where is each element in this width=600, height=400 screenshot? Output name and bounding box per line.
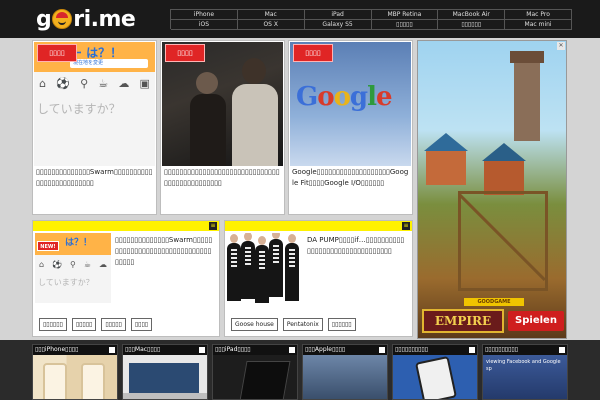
- article-card[interactable]: ≡ は？！ ⌂ ⚽ ⚲ ☕ ☁ していますか？ NEW! ▯▯▯▯▯▯▯▯▯▯▯…: [32, 220, 220, 337]
- menu-icon[interactable]: ≡: [209, 222, 217, 230]
- category-tag[interactable]: ▯▯▯▯: [165, 44, 205, 62]
- apple-store-thumbnail: [303, 355, 387, 399]
- devnav-item[interactable]: OS X: [237, 20, 305, 30]
- home-icon: ⌂: [39, 76, 47, 90]
- tag-chip[interactable]: ▯▯▯▯▯: [101, 318, 126, 331]
- ipad-thumbnail: [213, 355, 297, 399]
- card-top-bar: ≡: [225, 221, 412, 231]
- tag-list: Goose house Pentatonix ▯▯▯▯▯▯: [231, 318, 356, 331]
- soccer-ball-icon: ⚽: [56, 76, 70, 90]
- square-icon: [379, 347, 385, 353]
- swarm-question-text: していますか？: [37, 102, 121, 116]
- category-tile-label: ▯▯▯Mac▯▯▯▯: [125, 346, 161, 353]
- coffee-icon: ☕: [83, 259, 92, 269]
- category-tile-label: ▯▯▯iPhone▯▯▯▯: [35, 346, 79, 353]
- article-card[interactable]: Google ▯▯▯▯ Google▯▯▯▯▯▯▯▯▯▯▯▯▯▯▯▯▯▯▯Goo…: [288, 40, 413, 215]
- site-logo[interactable]: g ri.me: [36, 4, 136, 34]
- devnav-item[interactable]: iPad: [304, 10, 372, 20]
- mac-thumbnail: [123, 355, 207, 399]
- coffee-icon: ☕: [98, 76, 109, 90]
- category-tile-iphone[interactable]: ▯▯▯iPhone▯▯▯▯: [32, 344, 118, 400]
- article-title[interactable]: ▯▯▯▯▯▯▯▯▯▯▯▯▯▯Swarm▯▯▯▯▯▯▯▯▯▯▯▯▯▯▯▯▯▯▯▯▯…: [115, 235, 215, 268]
- category-tile-label: ▯▯▯▯▯▯▯▯▯▯: [485, 346, 519, 353]
- category-tile-5[interactable]: ▯▯▯▯▯▯▯▯▯▯: [392, 344, 478, 400]
- fork-icon: ⚲: [70, 259, 76, 269]
- cloud-icon: ☁: [118, 76, 130, 90]
- category-tag[interactable]: ▯▯▯▯: [293, 44, 333, 62]
- fork-icon: ⚲: [80, 76, 89, 90]
- category-strip: ▯▯▯iPhone▯▯▯▯ ▯▯▯Mac▯▯▯▯ ▯▯▯iPad▯▯▯▯ ▯▯▯…: [0, 340, 600, 400]
- square-icon: [289, 347, 295, 353]
- tag-chip[interactable]: ▯▯▯▯▯▯: [39, 318, 67, 331]
- article-card[interactable]: ▯▯▯▯ ▯▯▯▯▯▯▯▯▯▯▯▯▯▯▯▯▯▯▯▯▯▯▯▯▯▯▯▯▯▯▯▯▯▯▯…: [160, 40, 285, 215]
- square-icon: [559, 347, 565, 353]
- tag-chip[interactable]: Pentatonix: [282, 318, 323, 331]
- card-top-bar: ≡: [33, 221, 219, 231]
- tag-list: ▯▯▯▯▯▯ ▯▯▯▯▯ ▯▯▯▯▯ ▯▯▯▯: [39, 318, 153, 331]
- devnav-item[interactable]: Galaxy S5: [304, 20, 372, 30]
- category-tile-label: ▯▯▯Apple▯▯▯▯: [305, 346, 346, 353]
- device-nav: iPhone Mac iPad MBP Retina MacBook Air M…: [170, 9, 572, 30]
- square-icon: [199, 347, 205, 353]
- iphone-thumbnail: [33, 355, 117, 399]
- gorilla-face-icon: [52, 9, 73, 29]
- swarm-category-icons: ⌂ ⚽ ⚲ ☕ ☁: [35, 257, 111, 271]
- ad-brand: GOODGAME: [464, 298, 524, 306]
- devnav-item[interactable]: Mac Pro: [505, 10, 572, 20]
- devnav-item[interactable]: Mac: [237, 10, 305, 20]
- ad-play-button[interactable]: Spielen: [508, 311, 564, 331]
- category-tile-ipad[interactable]: ▯▯▯iPad▯▯▯▯: [212, 344, 298, 400]
- category-tile-label: ▯▯▯▯▯▯▯▯▯▯: [395, 346, 429, 353]
- tag-chip[interactable]: ▯▯▯▯▯: [71, 318, 97, 331]
- swarm-category-icons: ⌂ ⚽ ⚲ ☕ ☁ ▣: [34, 74, 155, 92]
- devnav-item[interactable]: ▯▯▯▯▯: [371, 20, 439, 30]
- article-title[interactable]: ▯▯▯▯▯▯▯▯▯▯▯▯▯▯Swarm▯▯▯▯▯▯▯▯▯▯▯▯▯▯▯▯▯▯▯▯▯…: [36, 167, 153, 189]
- devnav-item[interactable]: iPhone: [171, 10, 238, 20]
- square-icon: [469, 347, 475, 353]
- square-icon: [109, 347, 115, 353]
- logo-text-post: ri.me: [73, 6, 136, 32]
- home-icon: ⌂: [38, 259, 45, 269]
- category-tile-apple[interactable]: ▯▯▯Apple▯▯▯▯: [302, 344, 388, 400]
- soccer-ball-icon: ⚽: [52, 259, 63, 269]
- tag-chip[interactable]: ▯▯▯▯▯▯: [327, 318, 356, 331]
- article-card[interactable]: ≡ DA PUMP▯▯▯▯if…▯▯▯▯▯▯▯▯▯▯▯▯▯▯▯▯▯▯▯▯▯▯▯▯…: [224, 220, 413, 337]
- article-title[interactable]: ▯▯▯▯▯▯▯▯▯▯▯▯▯▯▯▯▯▯▯▯▯▯▯▯▯▯▯▯▯▯▯▯▯▯▯▯▯▯▯▯…: [164, 167, 281, 189]
- devnav-item[interactable]: Mac mini: [505, 20, 572, 30]
- devnav-item[interactable]: MBP Retina: [371, 10, 439, 20]
- tag-chip[interactable]: Goose house: [231, 318, 278, 331]
- article-title[interactable]: DA PUMP▯▯▯▯if…▯▯▯▯▯▯▯▯▯▯▯▯▯▯▯▯▯▯▯▯▯▯▯▯▯▯…: [307, 235, 408, 257]
- category-tile-label: ▯▯▯iPad▯▯▯▯: [215, 346, 251, 353]
- new-badge: NEW!: [37, 241, 59, 251]
- cloud-icon: ☁: [99, 259, 107, 269]
- category-tile-6[interactable]: ▯▯▯▯▯▯▯▯▯▯ viewing Facebook and Google s…: [482, 344, 568, 400]
- article-card[interactable]: ー は？！ 現在地を変更 ⌂ ⚽ ⚲ ☕ ☁ ▣ していますか？ ▯▯▯▯ ▯▯…: [32, 40, 157, 215]
- article-title[interactable]: Google▯▯▯▯▯▯▯▯▯▯▯▯▯▯▯▯▯▯▯Google Fit▯▯▯▯G…: [292, 167, 409, 189]
- site-header: g ri.me iPhone Mac iPad MBP Retina MacBo…: [0, 0, 600, 38]
- band-photo-thumbnail: [227, 233, 303, 303]
- wooden-frame: [458, 191, 548, 291]
- devnav-item[interactable]: MacBook Air: [438, 10, 506, 20]
- ad-title: EMPIRE: [422, 309, 504, 333]
- game-advertisement[interactable]: ✕ GOODGAME EMPIRE Spielen: [417, 40, 567, 339]
- bag-icon: ▣: [139, 76, 150, 90]
- tag-chip[interactable]: ▯▯▯▯: [130, 318, 153, 331]
- facebook-thumbnail: viewing Facebook and Google sp: [483, 355, 567, 399]
- devnav-item[interactable]: iOS: [171, 20, 238, 30]
- swarm-location-field: 現在地を変更: [70, 59, 148, 68]
- category-tile-mac[interactable]: ▯▯▯Mac▯▯▯▯: [122, 344, 208, 400]
- devnav-item[interactable]: ▯▯▯▯▯▯: [438, 20, 506, 30]
- menu-icon[interactable]: ≡: [402, 222, 410, 230]
- category-tag[interactable]: ▯▯▯▯: [37, 44, 77, 62]
- logo-text-pre: g: [36, 6, 52, 32]
- iphone-hand-thumbnail: [393, 355, 477, 399]
- google-logo-word: Google: [296, 82, 393, 112]
- tile-preview-text: viewing Facebook and Google sp: [486, 359, 561, 372]
- ad-close-icon[interactable]: ✕: [557, 42, 565, 50]
- castle-tower: [510, 51, 544, 141]
